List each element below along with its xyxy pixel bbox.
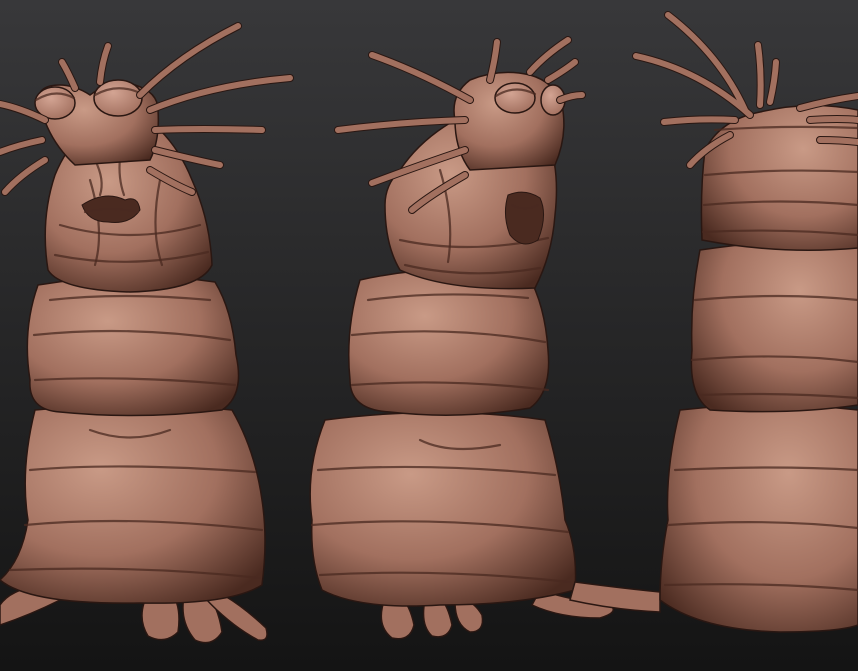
sculpt-viewport[interactable] <box>0 0 858 671</box>
sculpt-render <box>0 0 858 671</box>
